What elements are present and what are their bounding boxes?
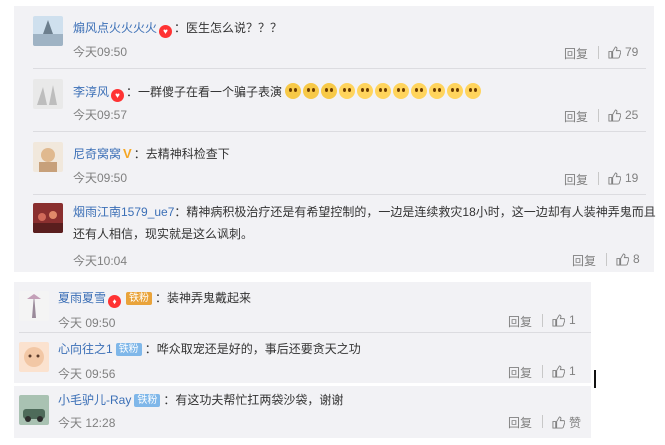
reply-button[interactable]: 回复: [508, 364, 532, 381]
comment-text: 烟雨江南1579_ue7：精神病积极治疗还是有希望控制的，一边是连续救灾18小时…: [73, 205, 656, 241]
username-link[interactable]: 尼奇窝窝: [73, 147, 121, 161]
like-button[interactable]: 25: [608, 108, 638, 122]
avatar[interactable]: [19, 395, 49, 425]
comment-item: 煽风点火火火火 ♥ ：医生怎么说？？？ 今天09:50 回复 79: [14, 6, 654, 68]
emoji-icon: [303, 83, 320, 99]
timestamp: 今天09:50: [73, 45, 128, 59]
reply-button[interactable]: 回复: [508, 313, 532, 330]
timestamp: 今天10:04: [73, 254, 128, 268]
username-link[interactable]: 心向往之1: [58, 342, 113, 356]
emoji-icon: [447, 83, 464, 99]
avatar[interactable]: [19, 342, 49, 372]
comment-text: 夏雨夏雪 ♦ 铁粉 ：装神弄鬼戴起来: [58, 291, 252, 308]
timestamp: 今天09:50: [73, 171, 128, 185]
emoji-icon: [357, 83, 374, 99]
comment-item: 烟雨江南1579_ue7：精神病积极治疗还是有希望控制的，一边是连续救灾18小时…: [14, 195, 656, 272]
emoji-icon: [339, 83, 356, 99]
comment-text: 心向往之1 铁粉 ：哗众取宠还是好的，事后还要贪天之功: [58, 342, 361, 356]
avatar[interactable]: [33, 203, 63, 233]
comment-item: 心向往之1 铁粉 ：哗众取宠还是好的，事后还要贪天之功 今天 09:56 回复 1: [14, 333, 591, 383]
reply-button[interactable]: 回复: [564, 108, 588, 125]
avatar[interactable]: [33, 16, 63, 46]
emoji-icon: [321, 83, 338, 99]
divider: [598, 172, 599, 185]
red-badge-icon: ♥: [111, 89, 125, 102]
avatar[interactable]: [19, 291, 49, 321]
divider: [598, 46, 599, 59]
red-badge-icon: ♥: [159, 25, 173, 38]
comment-panel-c: 小毛驴儿-Ray 铁粉 ：有这功夫帮忙扛两袋沙袋，谢谢 今天 12:28 回复 赞: [14, 386, 591, 438]
like-button[interactable]: 赞: [552, 414, 581, 431]
like-button[interactable]: 19: [608, 171, 638, 185]
comment-item: 李淳风 ♥ ：一群傻子在看一个骗子表演 今天09:57 回复 25: [14, 69, 654, 131]
reply-button[interactable]: 回复: [564, 45, 588, 62]
divider: [606, 253, 607, 266]
comment-text: 尼奇窝窝 V ：去精神科检查下: [73, 146, 230, 161]
thumbs-up-icon: [616, 252, 629, 266]
username-link[interactable]: 夏雨夏雪: [58, 291, 106, 305]
fan-badge: 铁粉: [134, 394, 161, 407]
fan-badge: 铁粉: [126, 292, 153, 305]
comment-text: 煽风点火火火火 ♥ ：医生怎么说？？？: [73, 21, 283, 38]
thumbs-up-icon: [552, 364, 565, 378]
timestamp: 今天09:57: [73, 108, 128, 122]
emoji-icon: [465, 83, 482, 99]
comment-panel-a: 煽风点火火火火 ♥ ：医生怎么说？？？ 今天09:50 回复 79 李淳风 ♥ ：一群傻…: [14, 6, 656, 272]
like-button[interactable]: 1: [552, 364, 576, 378]
avatar[interactable]: [33, 142, 63, 172]
thumbs-up-icon: [608, 45, 621, 59]
divider: [542, 365, 543, 378]
divider: [542, 415, 543, 428]
emoji-icon: [411, 83, 428, 99]
comment-text: 小毛驴儿-Ray 铁粉 ：有这功夫帮忙扛两袋沙袋，谢谢: [58, 393, 344, 407]
timestamp: 今天 12:28: [58, 416, 116, 430]
comment-panel-b: 夏雨夏雪 ♦ 铁粉 ：装神弄鬼戴起来 今天 09:50 回复 1 心向往之1 铁粉 ：哗众…: [14, 282, 591, 383]
thumbs-up-icon: [608, 108, 621, 122]
comment-item: 夏雨夏雪 ♦ 铁粉 ：装神弄鬼戴起来 今天 09:50 回复 1: [14, 282, 591, 332]
emoji-icon: [375, 83, 392, 99]
comment-item: 尼奇窝窝 V ：去精神科检查下 今天09:50 回复 19: [14, 132, 654, 194]
emoji-icon: [429, 83, 446, 99]
comment-item: 小毛驴儿-Ray 铁粉 ：有这功夫帮忙扛两袋沙袋，谢谢 今天 12:28 回复 赞: [14, 386, 591, 438]
like-button[interactable]: 79: [608, 45, 638, 59]
crown-badge-icon: ♦: [108, 295, 122, 308]
timestamp: 今天 09:56: [58, 367, 116, 381]
divider: [542, 314, 543, 327]
like-button[interactable]: 8: [616, 252, 640, 266]
reply-button[interactable]: 回复: [564, 171, 588, 188]
timestamp: 今天 09:50: [58, 316, 116, 330]
thumbs-up-icon: [608, 171, 621, 185]
reply-button[interactable]: 回复: [572, 252, 596, 269]
thumbs-up-icon: [552, 416, 565, 429]
text-cursor: [594, 370, 596, 388]
username-link[interactable]: 李淳风: [73, 85, 109, 99]
username-link[interactable]: 煽风点火火火火: [73, 21, 157, 35]
thumbs-up-icon: [552, 313, 565, 327]
verified-v-icon: V: [123, 146, 132, 161]
fan-badge: 铁粉: [115, 343, 142, 356]
username-link[interactable]: 烟雨江南1579_ue7: [73, 205, 174, 219]
comment-text: 李淳风 ♥ ：一群傻子在看一个骗子表演: [73, 83, 483, 102]
avatar[interactable]: [33, 79, 63, 109]
username-link[interactable]: 小毛驴儿-Ray: [58, 393, 131, 407]
reply-button[interactable]: 回复: [508, 414, 532, 431]
emoji-icon: [393, 83, 410, 99]
divider: [598, 109, 599, 122]
like-button[interactable]: 1: [552, 313, 576, 327]
emoji-icon: [285, 83, 302, 99]
